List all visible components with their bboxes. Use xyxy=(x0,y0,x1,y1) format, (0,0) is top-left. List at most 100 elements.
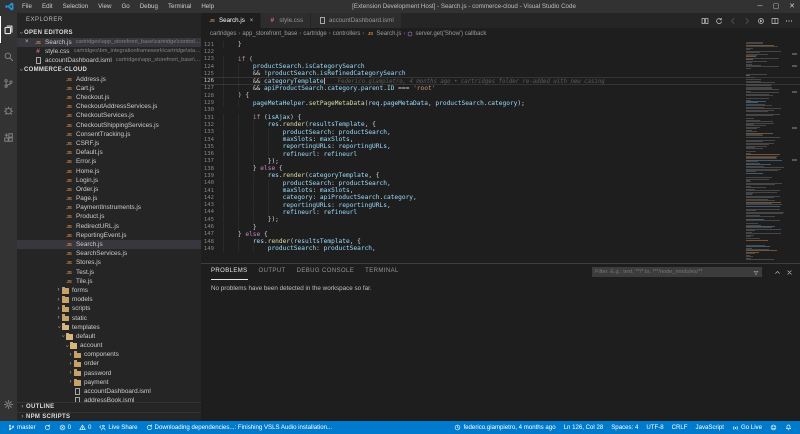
npm-scripts-section-header[interactable]: › NPM SCRIPTS xyxy=(17,412,201,422)
statusbar-notifications[interactable] xyxy=(781,421,796,434)
code-editor[interactable]: 121 }122123 if (124 productSearch.isCate… xyxy=(201,39,800,263)
tree-item-stores-js[interactable]: JSStores.js xyxy=(17,258,201,267)
tree-item-csrf-js[interactable]: JSCSRF.js xyxy=(17,139,201,148)
activitybar-explorer[interactable] xyxy=(0,16,17,43)
statusbar-problems-errors[interactable]: 0 xyxy=(55,421,75,434)
open-editors-header[interactable]: › OPEN EDITORS xyxy=(17,28,201,38)
tree-item-static[interactable]: ›static xyxy=(17,313,201,322)
menu-edit[interactable]: Edit xyxy=(37,0,58,13)
outline-section-header[interactable]: › OUTLINE xyxy=(17,402,201,412)
close-button[interactable]: ✕ xyxy=(784,0,800,13)
tab-accountdashboard-isml[interactable]: accountDashboard.isml xyxy=(311,13,401,28)
open-editor-style-css[interactable]: #style.csscartridges\bm_integrationframe… xyxy=(17,47,201,56)
breadcrumb-app-storefront-base[interactable]: app_storefront_base xyxy=(242,31,297,37)
statusbar-problems-warnings[interactable]: 0 xyxy=(75,421,95,434)
tree-item-models[interactable]: ›models xyxy=(17,295,201,304)
tree-item-scripts[interactable]: ›scripts xyxy=(17,304,201,313)
statusbar-git-branch[interactable]: master xyxy=(4,421,40,434)
panel-tab-problems[interactable]: PROBLEMS xyxy=(211,264,248,280)
tree-item-checkoutshippingservices-js[interactable]: JSCheckoutShippingServices.js xyxy=(17,121,201,130)
run-icon[interactable] xyxy=(757,17,765,25)
tree-item-test-js[interactable]: JSTest.js xyxy=(17,268,201,277)
open-editor-search-js[interactable]: ×JSSearch.jscartridges\app_storefront_ba… xyxy=(17,38,201,47)
tree-item-reportingevent-js[interactable]: JSReportingEvent.js xyxy=(17,231,201,240)
statusbar-go-live[interactable]: Go Live xyxy=(728,421,766,434)
statusbar-indentation[interactable]: Spaces: 4 xyxy=(607,421,642,434)
activitybar-manage[interactable] xyxy=(0,391,17,418)
tree-item-password[interactable]: ›password xyxy=(17,369,201,378)
tree-item-address-js[interactable]: JSAddress.js xyxy=(17,75,201,84)
menu-go[interactable]: Go xyxy=(116,0,134,13)
tree-item-default[interactable]: ›default xyxy=(17,332,201,341)
panel-tab-output[interactable]: OUTPUT xyxy=(259,264,286,280)
minimap[interactable] xyxy=(746,39,790,263)
tab-search-js[interactable]: JSSearch.js× xyxy=(201,13,260,28)
tree-item-tile-js[interactable]: JSTile.js xyxy=(17,277,201,286)
statusbar-live-share[interactable]: Live Share xyxy=(95,421,141,434)
menu-selection[interactable]: Selection xyxy=(58,0,93,13)
tree-item-paymentinstruments-js[interactable]: JSPaymentInstruments.js xyxy=(17,203,201,212)
panel-tab-debug-console[interactable]: DEBUG CONSOLE xyxy=(297,264,355,280)
open-editor-accountdashboard-isml[interactable]: accountDashboard.ismlcartridges\app_stor… xyxy=(17,56,201,65)
tree-item-components[interactable]: ›components xyxy=(17,350,201,359)
tree-item-home-js[interactable]: JSHome.js xyxy=(17,166,201,175)
tree-item-page-js[interactable]: JSPage.js xyxy=(17,194,201,203)
menu-file[interactable]: File xyxy=(17,0,37,13)
statusbar-download-progress[interactable]: Downloading dependencies...: Finishing V… xyxy=(142,421,337,434)
tab-style-css[interactable]: #style.css xyxy=(261,13,310,28)
tree-item-order-js[interactable]: JSOrder.js xyxy=(17,185,201,194)
nav-back-icon[interactable] xyxy=(729,17,737,25)
project-section-header[interactable]: › COMMERCE-CLOUD xyxy=(17,65,201,75)
tree-item-search-js[interactable]: JSSearch.js xyxy=(17,240,201,249)
tree-item-default-js[interactable]: JSDefault.js xyxy=(17,148,201,157)
statusbar-cursor-position[interactable]: Ln 126, Col 28 xyxy=(560,421,608,434)
problems-filter-input[interactable] xyxy=(595,269,753,275)
tree-item-error-js[interactable]: JSError.js xyxy=(17,157,201,166)
breadcrumb-cartridge[interactable]: cartridge xyxy=(303,31,326,37)
breadcrumb-controllers[interactable]: controllers xyxy=(333,31,361,37)
tree-item-redirecturl-js[interactable]: JSRedirectURL.js xyxy=(17,222,201,231)
panel-close-button[interactable] xyxy=(786,269,793,276)
activitybar-search[interactable] xyxy=(0,43,17,70)
filter-icon[interactable] xyxy=(753,263,759,281)
tree-item-payment[interactable]: ›payment xyxy=(17,378,201,387)
tree-item-checkout-js[interactable]: JSCheckout.js xyxy=(17,93,201,102)
statusbar-encoding[interactable]: UTF-8 xyxy=(642,421,667,434)
split-editor-icon[interactable] xyxy=(771,17,779,25)
tree-item-login-js[interactable]: JSLogin.js xyxy=(17,176,201,185)
more-actions-icon[interactable] xyxy=(785,17,793,25)
menu-view[interactable]: View xyxy=(93,0,116,13)
nav-forward-icon[interactable] xyxy=(743,17,751,25)
tree-item-cart-js[interactable]: JSCart.js xyxy=(17,84,201,93)
minimize-button[interactable]: ─ xyxy=(752,0,768,13)
tree-item-consenttracking-js[interactable]: JSConsentTracking.js xyxy=(17,130,201,139)
breadcrumb-search-js[interactable]: JSSearch.js xyxy=(366,30,401,38)
tree-item-templates[interactable]: ›templates xyxy=(17,323,201,332)
statusbar-eol[interactable]: CRLF xyxy=(668,421,692,434)
statusbar-sync[interactable] xyxy=(40,421,55,434)
tree-item-order[interactable]: ›order xyxy=(17,359,201,368)
compare-icon[interactable] xyxy=(701,17,709,25)
activitybar-extensions[interactable] xyxy=(0,124,17,151)
menu-debug[interactable]: Debug xyxy=(135,0,163,13)
discard-icon[interactable] xyxy=(715,17,723,25)
activitybar-debug[interactable] xyxy=(0,97,17,124)
activitybar-source-control[interactable] xyxy=(0,70,17,97)
panel-maximize-button[interactable] xyxy=(774,269,781,276)
tree-item-forms[interactable]: ›forms xyxy=(17,286,201,295)
tree-item-accountdashboard-isml[interactable]: accountDashboard.isml xyxy=(17,387,201,396)
tree-item-product-js[interactable]: JSProduct.js xyxy=(17,212,201,221)
tree-item-searchservices-js[interactable]: JSSearchServices.js xyxy=(17,249,201,258)
breadcrumb-server-get-show-callback[interactable]: server.get('Show') callback xyxy=(407,31,486,37)
tree-item-account[interactable]: ›account xyxy=(17,341,201,350)
maximize-button[interactable]: ▢ xyxy=(768,0,784,13)
menu-help[interactable]: Help xyxy=(196,0,219,13)
close-icon[interactable]: × xyxy=(25,38,29,47)
breadcrumb-cartridges[interactable]: cartridges xyxy=(210,31,236,37)
statusbar-feedback[interactable] xyxy=(766,421,781,434)
statusbar-gitlens-blame[interactable]: federico.giampietro, 4 months ago xyxy=(450,421,559,434)
tree-item-checkoutaddressservices-js[interactable]: JSCheckoutAddressServices.js xyxy=(17,102,201,111)
close-icon[interactable]: × xyxy=(250,18,254,24)
menu-terminal[interactable]: Terminal xyxy=(163,0,196,13)
statusbar-language-mode[interactable]: JavaScript xyxy=(692,421,728,434)
